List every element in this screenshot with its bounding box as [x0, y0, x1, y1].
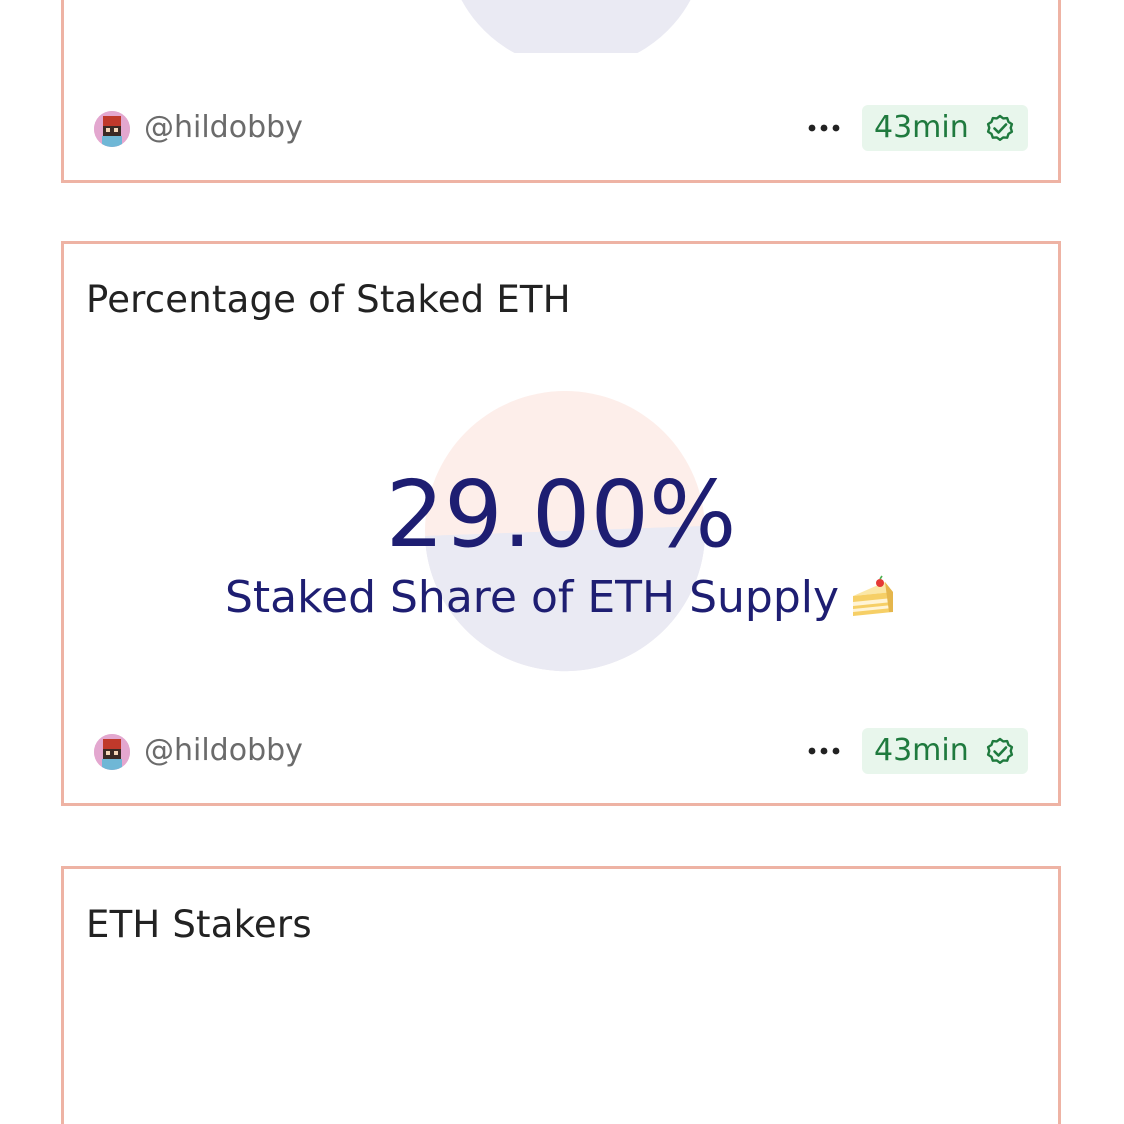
author-handle[interactable]: @hildobby — [144, 107, 303, 149]
card-eth-stakers: ETH Stakers — [61, 866, 1061, 1124]
more-horizontal-icon — [808, 124, 840, 132]
card-previous: @hildobby 43min — [61, 0, 1061, 183]
stat-label-text: Staked Share of ETH Supply — [224, 572, 840, 623]
card-title: ETH Stakers — [86, 903, 312, 946]
more-options-button[interactable] — [806, 736, 842, 766]
avatar[interactable] — [94, 734, 130, 770]
more-options-button[interactable] — [806, 113, 842, 143]
page: @hildobby 43min Percentage of Staked ETH — [0, 0, 1124, 1124]
time-text: 43min — [874, 733, 969, 768]
card-staked-percentage: Percentage of Staked ETH 29.00% Staked S… — [61, 241, 1061, 806]
stat-label: Staked Share of ETH Supply — [64, 574, 1058, 620]
author-handle[interactable]: @hildobby — [144, 730, 303, 772]
avatar[interactable] — [94, 111, 130, 147]
refresh-time-badge[interactable]: 43min — [862, 728, 1028, 774]
cake-icon — [853, 575, 894, 616]
more-horizontal-icon — [808, 747, 840, 755]
time-text: 43min — [874, 110, 969, 145]
verified-check-icon — [986, 114, 1014, 141]
verified-check-icon — [986, 737, 1014, 764]
pie-chart-remnant — [461, 0, 691, 53]
stat-value: 29.00% — [385, 461, 737, 568]
refresh-time-badge[interactable]: 43min — [862, 105, 1028, 151]
card-footer: @hildobby 43min — [64, 726, 1058, 778]
card-footer: @hildobby 43min — [64, 103, 1058, 155]
card-title: Percentage of Staked ETH — [86, 278, 571, 321]
